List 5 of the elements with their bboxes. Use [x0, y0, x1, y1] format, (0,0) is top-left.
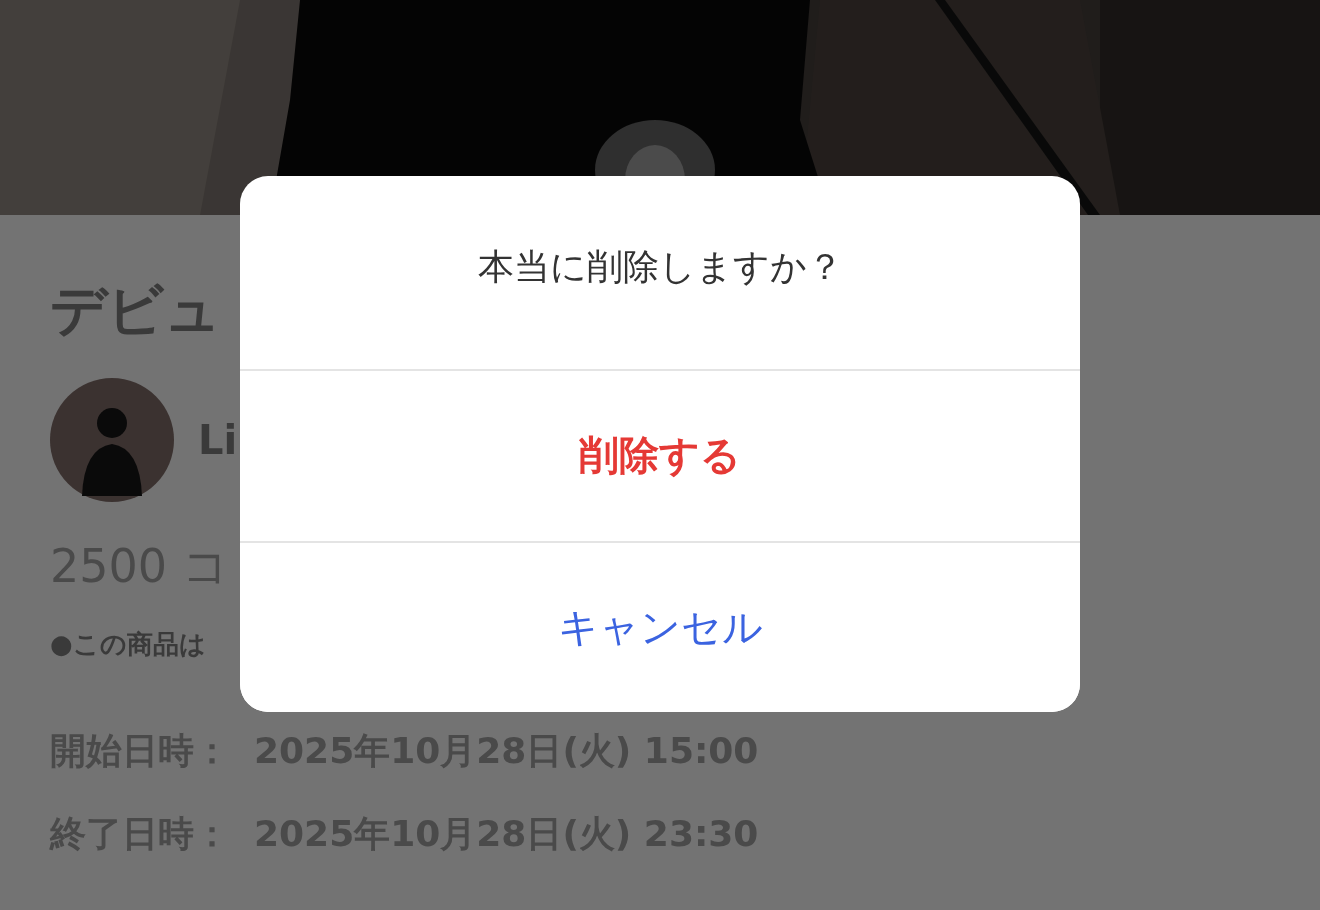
cancel-button[interactable]: キャンセル	[240, 540, 1080, 712]
avatar[interactable]	[50, 378, 174, 502]
product-note: ●この商品は	[50, 628, 206, 661]
product-title: デビュ	[50, 276, 221, 344]
seller-name[interactable]: Li	[198, 417, 238, 463]
